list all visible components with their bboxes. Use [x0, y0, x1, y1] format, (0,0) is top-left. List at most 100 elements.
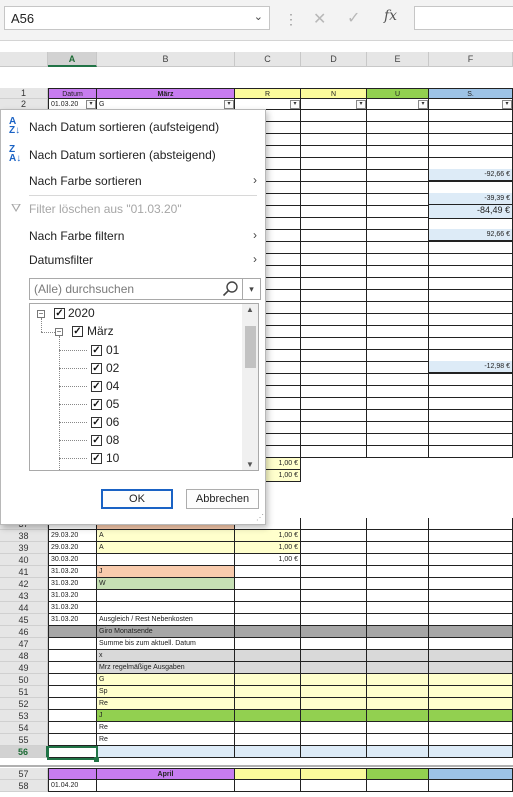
grid-cell[interactable]: [301, 410, 367, 422]
row-header-57[interactable]: 57: [0, 768, 48, 780]
cell-date[interactable]: 31.03.20: [48, 614, 97, 626]
cell-description[interactable]: x: [97, 650, 235, 662]
grid-cell[interactable]: [367, 302, 429, 314]
grid-cell[interactable]: [367, 110, 429, 122]
cell-f-amount-3[interactable]: -84,49 €: [429, 205, 513, 219]
grid-cell[interactable]: [301, 578, 367, 590]
grid-cell[interactable]: [301, 254, 367, 266]
grid-cell[interactable]: [429, 146, 513, 158]
cell-description[interactable]: [97, 602, 235, 614]
collapse-month-icon[interactable]: −: [55, 328, 63, 336]
row-header-44[interactable]: 44: [0, 602, 48, 614]
cell-description[interactable]: Re: [97, 698, 235, 710]
grid-cell[interactable]: [429, 134, 513, 146]
grid-cell[interactable]: [429, 314, 513, 326]
chevron-down-icon[interactable]: ⌄: [254, 10, 263, 23]
cell-f2[interactable]: [429, 99, 513, 110]
row-header-46[interactable]: 46: [0, 626, 48, 638]
cell-amount[interactable]: 1,00 €: [235, 554, 301, 566]
grid-cell[interactable]: [301, 278, 367, 290]
day-checkbox[interactable]: ✓: [91, 435, 102, 446]
row-header-50[interactable]: 50: [0, 674, 48, 686]
grid-cell[interactable]: [301, 674, 367, 686]
column-header-c[interactable]: C: [235, 52, 301, 67]
grid-cell[interactable]: [429, 662, 513, 674]
header-cell-n[interactable]: N: [301, 88, 367, 99]
grid-cell[interactable]: [301, 518, 367, 530]
column-header-d[interactable]: D: [301, 52, 367, 67]
cell-amount[interactable]: [235, 638, 301, 650]
cell-d58[interactable]: [301, 780, 367, 792]
grid-cell[interactable]: [367, 746, 429, 758]
row-header-51[interactable]: 51: [0, 686, 48, 698]
row-header-49[interactable]: 49: [0, 662, 48, 674]
grid-cell[interactable]: [429, 686, 513, 698]
cell-date[interactable]: [48, 722, 97, 734]
grid-cell[interactable]: [301, 734, 367, 746]
header-cell-month[interactable]: März: [97, 88, 235, 99]
cell-date[interactable]: [48, 734, 97, 746]
cell-e57[interactable]: [367, 768, 429, 780]
chevron-down-icon[interactable]: ▾: [242, 279, 260, 299]
grid-cell[interactable]: [301, 338, 367, 350]
grid-cell[interactable]: [367, 698, 429, 710]
grid-cell[interactable]: [429, 578, 513, 590]
grid-cell[interactable]: [429, 554, 513, 566]
grid-cell[interactable]: [301, 686, 367, 698]
cell-amount[interactable]: [235, 650, 301, 662]
confirm-entry-icon[interactable]: ✓: [347, 8, 360, 28]
grid-cell[interactable]: [429, 638, 513, 650]
cell-date[interactable]: 31.03.20: [48, 566, 97, 578]
row-header-39[interactable]: 39: [0, 542, 48, 554]
grid-cell[interactable]: [429, 386, 513, 398]
grid-cell[interactable]: [301, 170, 367, 182]
sort-descending-item[interactable]: Z A↓ Nach Datum sortieren (absteigend): [1, 144, 265, 170]
grid-cell[interactable]: [429, 122, 513, 134]
grid-cell[interactable]: [301, 122, 367, 134]
grid-cell[interactable]: [301, 194, 367, 206]
grid-cell[interactable]: [367, 194, 429, 206]
cell-description[interactable]: J: [97, 566, 235, 578]
grid-cell[interactable]: [429, 674, 513, 686]
insert-function-icon[interactable]: fx: [384, 8, 397, 24]
column-header-f[interactable]: F: [429, 52, 513, 67]
header-cell-r[interactable]: R: [235, 88, 301, 99]
grid-cell[interactable]: [301, 302, 367, 314]
cell-amount[interactable]: 1,00 €: [235, 530, 301, 542]
grid-cell[interactable]: [367, 254, 429, 266]
cell-date[interactable]: 30.03.20: [48, 554, 97, 566]
cell-amount[interactable]: [235, 674, 301, 686]
grid-cell[interactable]: [367, 170, 429, 182]
grid-cell[interactable]: [301, 554, 367, 566]
search-icon[interactable]: [220, 279, 242, 299]
row-header-48[interactable]: 48: [0, 650, 48, 662]
date-filter-item[interactable]: Datumsfilter ›: [1, 251, 265, 271]
grid-cell[interactable]: [429, 326, 513, 338]
cell-b57[interactable]: April: [97, 768, 235, 780]
month-checkbox[interactable]: ✓: [72, 326, 83, 337]
cell-amount[interactable]: [235, 566, 301, 578]
grid-cell[interactable]: [367, 590, 429, 602]
resize-grip-icon[interactable]: ⋰: [256, 513, 264, 522]
grid-cell[interactable]: [301, 542, 367, 554]
filter-dropdown-b-icon[interactable]: ▾: [224, 100, 234, 109]
grid-cell[interactable]: [301, 146, 367, 158]
cell-a57[interactable]: [48, 768, 97, 780]
grid-cell[interactable]: [429, 746, 513, 758]
grid-cell[interactable]: [301, 290, 367, 302]
row-header-58[interactable]: 58: [0, 780, 48, 792]
grid-cell[interactable]: [367, 674, 429, 686]
grid-cell[interactable]: [301, 326, 367, 338]
fill-handle[interactable]: [94, 757, 99, 762]
row-header-54[interactable]: 54: [0, 722, 48, 734]
row-header-45[interactable]: 45: [0, 614, 48, 626]
grid-cell[interactable]: [429, 374, 513, 386]
scroll-up-icon[interactable]: ▲: [242, 305, 258, 314]
grid-cell[interactable]: [301, 386, 367, 398]
column-header-a[interactable]: A: [48, 52, 97, 67]
grid-cell[interactable]: [301, 698, 367, 710]
cell-amount[interactable]: [235, 710, 301, 722]
filter-dropdown-a-icon[interactable]: ▾: [86, 100, 96, 109]
cell-description[interactable]: [97, 746, 235, 758]
cell-description[interactable]: Summe bis zum aktuell. Datum: [97, 638, 235, 650]
